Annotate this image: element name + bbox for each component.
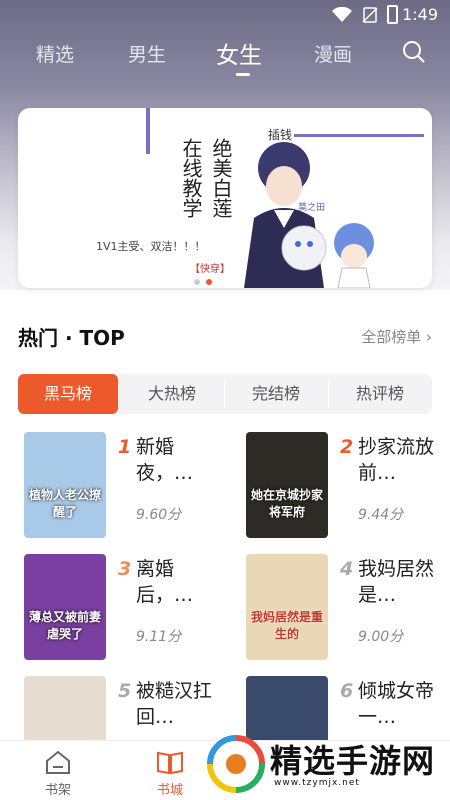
section-title: 热门 · TOP	[18, 326, 125, 350]
banner-pagination	[194, 270, 218, 288]
tab-divider	[328, 380, 329, 408]
banner-author: 插钱	[268, 128, 293, 142]
book-item[interactable]: 我妈居然是重生的 4 我妈居然是… 9.00分	[246, 554, 446, 664]
tab-featured[interactable]: 精选	[36, 40, 74, 67]
banner-subtitle: 1V1主受、双洁！！！	[96, 240, 206, 253]
no-sim-icon	[362, 7, 378, 23]
book-title: 新婚夜，…	[136, 436, 194, 484]
rank-number: 1	[118, 436, 132, 458]
tab-male[interactable]: 男生	[128, 40, 166, 67]
book-cover: 植物人老公撩醒了	[24, 432, 106, 538]
tab-divider	[224, 380, 225, 408]
site-watermark: 精选手游网 www.tzymjx.net	[200, 730, 450, 800]
rank-number: 4	[340, 558, 354, 580]
pagination-dot[interactable]	[194, 279, 200, 285]
tab-top-reviewed[interactable]: 热评榜	[330, 374, 430, 414]
book-cover: 我妈居然是重生的	[246, 554, 328, 660]
all-rankings-link[interactable]: 全部榜单 ›	[361, 326, 432, 347]
tab-female[interactable]: 女生	[216, 36, 262, 70]
status-time: 1:49	[402, 5, 438, 24]
tab-comics[interactable]: 漫画	[314, 40, 352, 67]
tab-dark-horse[interactable]: 黑马榜	[18, 374, 118, 414]
book-item[interactable]: 植物人老公撩醒了 1 新婚夜，… 9.60分	[24, 432, 224, 542]
rank-number: 6	[340, 680, 354, 702]
category-tabs: 精选 男生 女生 漫画	[0, 30, 450, 80]
banner-divider	[294, 134, 424, 137]
tab-hot[interactable]: 大热榜	[122, 374, 222, 414]
active-tab-indicator	[236, 73, 250, 76]
book-cover: 她在京城抄家将军府	[246, 432, 328, 538]
cover-title: 薄总又被前妻虐哭了	[28, 610, 101, 641]
book-item[interactable]: 薄总又被前妻虐哭了 3 离婚后，… 9.11分	[24, 554, 224, 664]
bookshelf-icon	[46, 750, 70, 774]
battery-icon	[387, 5, 398, 24]
banner-accent-bar	[146, 108, 150, 154]
book-title: 抄家流放前…	[358, 436, 435, 484]
watermark-logo-icon	[207, 735, 265, 793]
status-bar: 1:49	[0, 0, 450, 30]
rank-number: 5	[118, 680, 132, 702]
nav-label: 书架	[44, 783, 71, 798]
book-score: 9.44分	[358, 507, 404, 523]
banner-character-label: 莫之田	[298, 203, 326, 213]
ranking-tabs: 黑马榜 大热榜 完结榜 热评榜	[18, 374, 432, 414]
tab-completed[interactable]: 完结榜	[226, 374, 326, 414]
book-cover: 薄总又被前妻虐哭了	[24, 554, 106, 660]
watermark-text: 精选手游网	[270, 742, 436, 780]
banner-title-line1: 绝美白莲	[209, 138, 233, 218]
book-title: 离婚后，…	[136, 558, 194, 606]
rank-number: 2	[340, 436, 354, 458]
nav-bookshelf[interactable]: 书架	[28, 741, 88, 800]
book-open-icon	[157, 751, 183, 775]
book-score: 9.11分	[136, 629, 182, 645]
watermark-url: www.tzymjx.net	[274, 778, 360, 788]
book-title: 我妈居然是…	[358, 558, 435, 606]
book-item[interactable]: 她在京城抄家将军府 2 抄家流放前… 9.44分	[246, 432, 446, 542]
cover-title: 她在京城抄家将军府	[250, 488, 323, 519]
wifi-icon	[332, 7, 352, 22]
search-icon[interactable]	[402, 40, 426, 64]
promo-banner[interactable]: 绝美白莲 在线教学 【快穿】 1V1主受、双洁！！！ 插钱 莫之田	[18, 108, 432, 288]
book-title: 倾城女帝一…	[358, 680, 435, 728]
pagination-dot-active[interactable]	[206, 279, 212, 285]
book-score: 9.00分	[358, 629, 404, 645]
nav-bookstore[interactable]: 书城	[140, 741, 200, 800]
banner-title-line2: 在线教学	[179, 138, 203, 218]
book-score: 9.60分	[136, 507, 182, 523]
cover-title: 植物人老公撩醒了	[28, 488, 101, 519]
rank-number: 3	[118, 558, 132, 580]
nav-label: 书城	[156, 783, 183, 798]
book-title: 被糙汉扛回…	[136, 680, 213, 728]
cover-title: 我妈居然是重生的	[250, 610, 323, 641]
